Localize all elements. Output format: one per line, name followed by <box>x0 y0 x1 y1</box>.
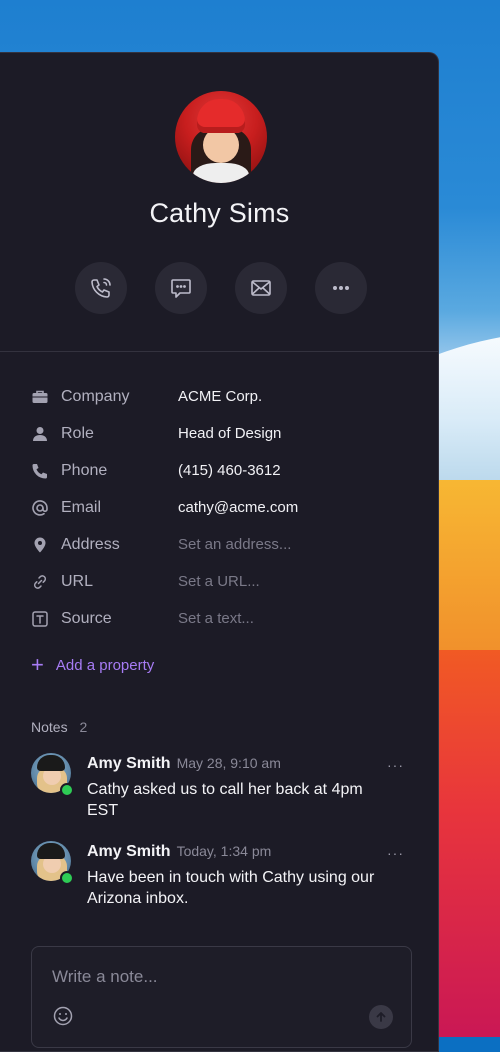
online-status-dot <box>60 871 74 885</box>
contact-name: Cathy Sims <box>149 198 290 228</box>
property-label: Source <box>61 609 112 627</box>
more-button[interactable] <box>315 262 367 314</box>
phone-icon <box>91 278 111 298</box>
property-address[interactable]: Address Set an address... <box>31 526 438 563</box>
property-placeholder[interactable]: Set an address... <box>178 536 291 553</box>
note-item: Amy Smith Today, 1:34 pm ··· Have been i… <box>31 841 408 921</box>
notes-label: Notes <box>31 719 68 735</box>
send-button[interactable] <box>369 1005 393 1029</box>
note-author: Amy Smith <box>87 843 171 860</box>
note-text: Cathy asked us to call her back at 4pm E… <box>87 781 363 819</box>
property-label: Phone <box>61 461 108 479</box>
more-icon <box>333 286 349 291</box>
note-more-icon[interactable]: ··· <box>387 845 404 861</box>
briefcase-icon <box>31 388 49 406</box>
at-icon <box>31 499 49 517</box>
property-email[interactable]: Email cathy@acme.com <box>31 489 438 526</box>
property-label: Email <box>61 498 102 516</box>
notes-header: Notes 2 <box>31 719 87 735</box>
note-more-icon[interactable]: ··· <box>387 757 404 773</box>
person-icon <box>31 425 49 443</box>
contact-panel: Cathy Sims Company ACME Corp. Role Head … <box>0 52 439 1052</box>
add-property-button[interactable]: + Add a property <box>31 654 154 676</box>
phone-icon <box>31 462 49 480</box>
note-item: Amy Smith May 28, 9:10 am ··· Cathy aske… <box>31 753 408 833</box>
properties-list: Company ACME Corp. Role Head of Design P… <box>31 378 438 637</box>
property-value[interactable]: cathy@acme.com <box>178 499 298 516</box>
property-label: Address <box>61 535 120 553</box>
plus-icon: + <box>31 652 44 677</box>
property-placeholder[interactable]: Set a text... <box>178 610 254 627</box>
notes-count: 2 <box>79 719 88 735</box>
online-status-dot <box>60 783 74 797</box>
property-label: Company <box>61 387 130 405</box>
message-button[interactable] <box>155 262 207 314</box>
property-url[interactable]: URL Set a URL... <box>31 563 438 600</box>
property-source[interactable]: Source Set a text... <box>31 600 438 637</box>
contact-actions <box>75 262 367 314</box>
note-input-placeholder[interactable]: Write a note... <box>52 967 158 987</box>
property-placeholder[interactable]: Set a URL... <box>178 573 260 590</box>
property-value[interactable]: Head of Design <box>178 425 281 442</box>
property-phone[interactable]: Phone (415) 460-3612 <box>31 452 438 489</box>
property-value[interactable]: (415) 460-3612 <box>178 462 281 479</box>
property-label: URL <box>61 572 94 590</box>
link-icon <box>31 573 49 591</box>
text-box-icon <box>31 610 49 628</box>
property-role[interactable]: Role Head of Design <box>31 415 438 452</box>
arrow-up-icon <box>376 1012 386 1022</box>
property-value[interactable]: ACME Corp. <box>178 388 262 405</box>
email-button[interactable] <box>235 262 287 314</box>
call-button[interactable] <box>75 262 127 314</box>
property-company[interactable]: Company ACME Corp. <box>31 378 438 415</box>
emoji-icon[interactable] <box>52 1005 74 1027</box>
property-label: Role <box>61 424 94 442</box>
note-time: Today, 1:34 pm <box>176 843 272 859</box>
add-property-label: Add a property <box>55 656 155 674</box>
contact-avatar <box>175 91 267 183</box>
mail-icon <box>251 280 271 296</box>
note-author: Amy Smith <box>87 755 171 772</box>
note-text: Have been in touch with Cathy using our … <box>87 869 375 907</box>
divider <box>0 351 438 352</box>
chat-icon <box>171 279 191 298</box>
note-time: May 28, 9:10 am <box>176 755 281 771</box>
note-composer[interactable]: Write a note... <box>31 946 412 1048</box>
location-pin-icon <box>31 536 49 554</box>
